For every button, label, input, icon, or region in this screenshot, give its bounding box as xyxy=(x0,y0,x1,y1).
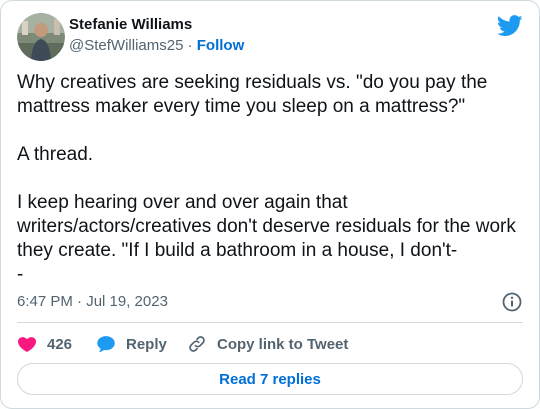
tweet-timestamp[interactable]: 6:47 PM · Jul 19, 2023 xyxy=(17,293,168,310)
link-icon xyxy=(189,336,205,352)
tweet-text: Why creatives are seeking residuals vs. … xyxy=(17,72,516,285)
speech-bubble-icon xyxy=(97,336,115,352)
separator: · xyxy=(187,37,193,54)
author-name[interactable]: Stefanie Williams xyxy=(69,16,192,33)
like-count: 426 xyxy=(47,335,73,353)
heart-icon xyxy=(18,337,36,352)
author-handle-row: @StefWilliams25 · Follow xyxy=(69,37,244,54)
divider xyxy=(17,322,523,323)
copy-link-label: Copy link to Tweet xyxy=(217,335,349,353)
author-handle[interactable]: @StefWilliams25 xyxy=(69,37,183,54)
tweet-card: Stefanie Williams @StefWilliams25 · Foll… xyxy=(0,0,540,409)
read-replies-button[interactable]: Read 7 replies xyxy=(17,363,523,395)
copy-link-button[interactable]: Copy link to Tweet xyxy=(187,334,348,354)
reply-button[interactable]: Reply xyxy=(96,334,167,354)
info-icon[interactable] xyxy=(501,291,523,313)
twitter-bird-icon[interactable] xyxy=(496,15,523,37)
reply-label: Reply xyxy=(126,335,167,353)
follow-button[interactable]: Follow xyxy=(197,37,245,54)
like-button[interactable]: 426 xyxy=(17,334,72,354)
avatar[interactable] xyxy=(17,13,65,61)
